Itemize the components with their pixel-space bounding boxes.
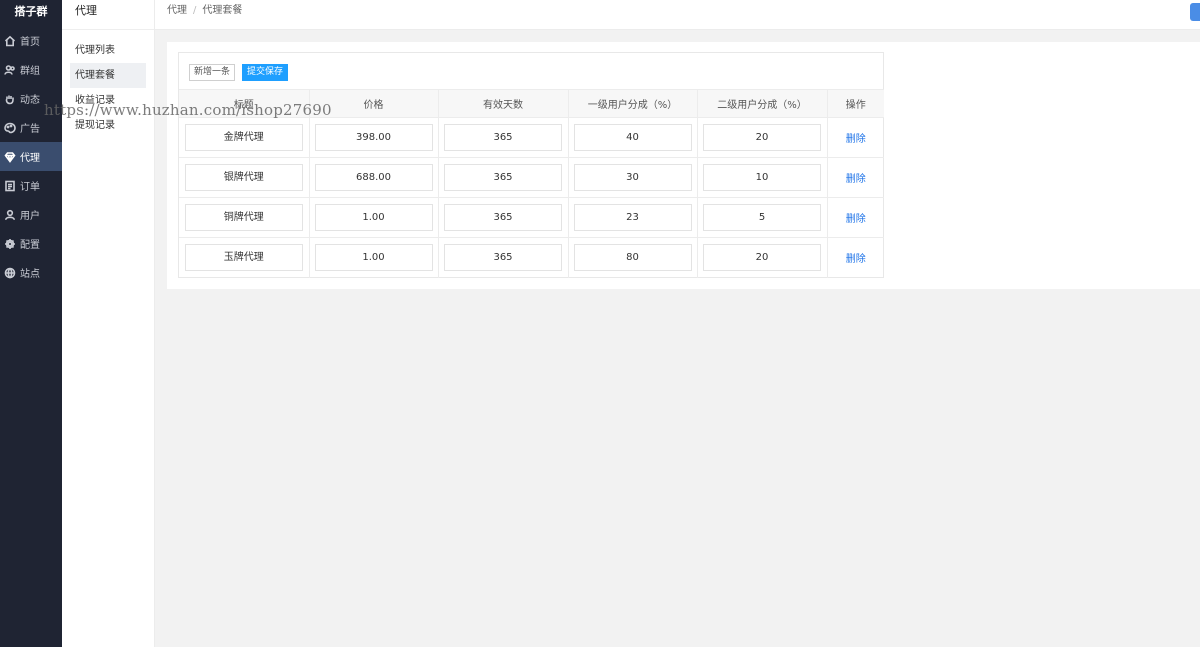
delete-link[interactable]: 删除 (846, 134, 866, 145)
title-input[interactable]: 银牌代理 (184, 164, 303, 191)
column-header-actions: 操作 (826, 89, 884, 118)
table-row: 玉牌代理 1.00 365 80 20 删除 (179, 237, 884, 278)
column-header-title: 标题 (179, 89, 309, 118)
sidebar-item-groups[interactable]: 群组 (0, 55, 62, 84)
gear-icon (3, 237, 17, 251)
app-brand: 搭子群 (14, 5, 48, 18)
table-header-row: 标题 价格 有效天数 一级用户分成（%） 二级用户分成（%） 操作 (179, 89, 884, 118)
submit-save-button[interactable]: 提交保存 (242, 64, 289, 81)
price-input[interactable]: 1.00 (314, 244, 433, 272)
packages-panel: 新增一条 提交保存 标题 价格 有效天数 一级用户分成（%） 二级用户分成（%）… (178, 52, 884, 278)
title-input[interactable]: 铜牌代理 (184, 204, 303, 231)
column-header-level1-share: 一级用户分成（%） (567, 89, 697, 118)
sidebar-item-agent[interactable]: 代理 (0, 142, 62, 171)
top-bar: 代理 / 代理套餐 (155, 0, 1200, 30)
level1-share-input[interactable]: 80 (573, 244, 692, 272)
palette-icon (3, 121, 17, 135)
sidebar-item-label: 订单 (20, 182, 40, 193)
breadcrumb-separator: / (193, 5, 197, 16)
title-input[interactable]: 金牌代理 (184, 124, 303, 151)
sidebar-item-label: 用户 (20, 211, 40, 222)
sub-menu-item-agent-list[interactable]: 代理列表 (70, 38, 146, 63)
breadcrumb-parent[interactable]: 代理 (167, 5, 187, 16)
delete-link[interactable]: 删除 (846, 254, 866, 265)
sidebar-item-ads[interactable]: 广告 (0, 113, 62, 142)
sidebar-item-label: 广告 (20, 124, 40, 135)
delete-link[interactable]: 删除 (846, 174, 866, 185)
sidebar-item-sites[interactable]: 站点 (0, 258, 62, 287)
column-header-days: 有效天数 (437, 89, 568, 118)
sidebar-item-label: 动态 (20, 95, 40, 106)
sub-menu-item-withdrawals[interactable]: 提现记录 (70, 113, 146, 138)
days-input[interactable]: 365 (444, 204, 562, 231)
sub-menu: 代理 代理列表 代理套餐 收益记录 提现记录 (62, 0, 155, 647)
level2-share-input[interactable]: 10 (703, 164, 821, 191)
days-input[interactable]: 365 (444, 164, 562, 191)
hand-icon (3, 92, 17, 106)
delete-link[interactable]: 删除 (846, 214, 866, 225)
table-toolbar: 新增一条 提交保存 (189, 64, 289, 82)
group-icon (3, 63, 17, 77)
add-row-button[interactable]: 新增一条 (189, 64, 236, 81)
price-input[interactable]: 688.00 (314, 164, 433, 191)
main-sidebar: 搭子群 首页 群组 动态 广告 代理 订单 用户 配置 站点 (0, 0, 62, 647)
sidebar-item-label: 代理 (20, 153, 40, 164)
price-input[interactable]: 398.00 (314, 124, 433, 151)
column-header-level2-share: 二级用户分成（%） (696, 89, 827, 118)
breadcrumb: 代理 / 代理套餐 (167, 0, 242, 22)
sidebar-item-label: 首页 (20, 37, 40, 48)
sub-menu-title: 代理 (62, 0, 154, 30)
table-row: 铜牌代理 1.00 365 23 5 删除 (179, 197, 884, 238)
level1-share-input[interactable]: 40 (573, 124, 692, 151)
sidebar-item-users[interactable]: 用户 (0, 200, 62, 229)
sidebar-item-moments[interactable]: 动态 (0, 84, 62, 113)
sidebar-item-orders[interactable]: 订单 (0, 171, 62, 200)
sidebar-item-label: 站点 (20, 269, 40, 280)
sidebar-item-label: 配置 (20, 240, 40, 251)
price-input[interactable]: 1.00 (314, 204, 433, 231)
sidebar-item-label: 群组 (20, 66, 40, 77)
days-input[interactable]: 365 (444, 124, 562, 151)
column-header-price: 价格 (308, 89, 438, 118)
sidebar-item-config[interactable]: 配置 (0, 229, 62, 258)
level1-share-input[interactable]: 30 (573, 164, 692, 191)
sidebar-item-home[interactable]: 首页 (0, 26, 62, 55)
level2-share-input[interactable]: 20 (703, 244, 821, 272)
title-input[interactable]: 玉牌代理 (184, 244, 303, 272)
days-input[interactable]: 365 (444, 244, 562, 272)
level2-share-input[interactable]: 20 (703, 124, 821, 151)
header-action-button[interactable] (1190, 3, 1200, 21)
user-icon (3, 208, 17, 222)
home-icon (3, 34, 17, 48)
sub-menu-item-earnings[interactable]: 收益记录 (70, 88, 146, 113)
sub-menu-item-agent-packages[interactable]: 代理套餐 (70, 63, 146, 88)
globe-icon (3, 266, 17, 280)
document-icon (3, 179, 17, 193)
diamond-icon (3, 150, 17, 164)
table-row: 金牌代理 398.00 365 40 20 删除 (179, 117, 884, 158)
content-card: 新增一条 提交保存 标题 价格 有效天数 一级用户分成（%） 二级用户分成（%）… (167, 42, 1200, 289)
table-row: 银牌代理 688.00 365 30 10 删除 (179, 157, 884, 198)
level1-share-input[interactable]: 23 (573, 204, 692, 231)
level2-share-input[interactable]: 5 (703, 204, 821, 231)
breadcrumb-current: 代理套餐 (202, 5, 243, 16)
packages-table: 标题 价格 有效天数 一级用户分成（%） 二级用户分成（%） 操作 金牌代理 3… (179, 89, 884, 278)
